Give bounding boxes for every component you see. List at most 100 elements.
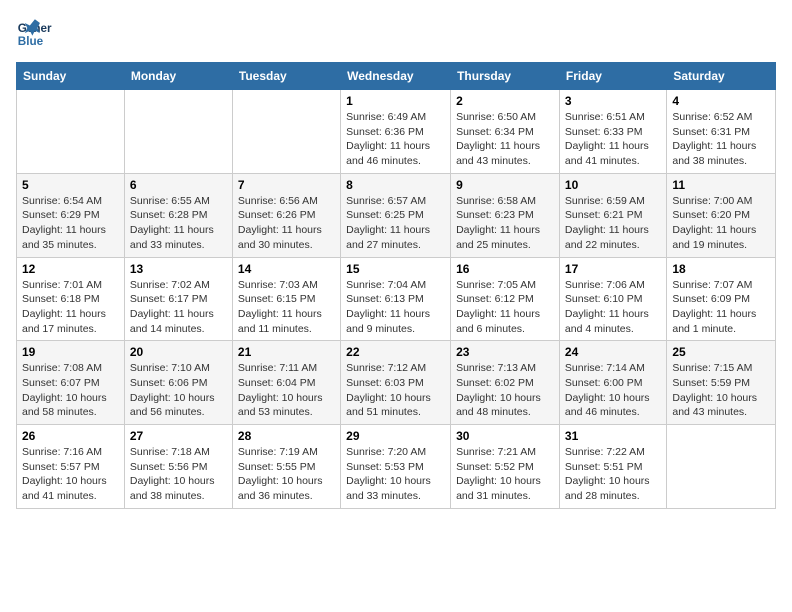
- day-info: Sunrise: 7:03 AM Sunset: 6:15 PM Dayligh…: [238, 278, 335, 337]
- day-number: 11: [672, 178, 770, 192]
- calendar-table: SundayMondayTuesdayWednesdayThursdayFrid…: [16, 62, 776, 509]
- day-info: Sunrise: 6:52 AM Sunset: 6:31 PM Dayligh…: [672, 110, 770, 169]
- day-number: 31: [565, 429, 661, 443]
- day-number: 2: [456, 94, 554, 108]
- day-info: Sunrise: 6:51 AM Sunset: 6:33 PM Dayligh…: [565, 110, 661, 169]
- day-number: 25: [672, 345, 770, 359]
- day-number: 7: [238, 178, 335, 192]
- day-info: Sunrise: 7:07 AM Sunset: 6:09 PM Dayligh…: [672, 278, 770, 337]
- day-info: Sunrise: 7:12 AM Sunset: 6:03 PM Dayligh…: [346, 361, 445, 420]
- weekday-header-monday: Monday: [124, 63, 232, 90]
- day-cell: 27 Sunrise: 7:18 AM Sunset: 5:56 PM Dayli…: [124, 425, 232, 509]
- day-info: Sunrise: 7:20 AM Sunset: 5:53 PM Dayligh…: [346, 445, 445, 504]
- day-number: 26: [22, 429, 119, 443]
- day-number: 15: [346, 262, 445, 276]
- day-cell: 9 Sunrise: 6:58 AM Sunset: 6:23 PM Daylig…: [451, 173, 560, 257]
- day-cell: 13 Sunrise: 7:02 AM Sunset: 6:17 PM Dayli…: [124, 257, 232, 341]
- day-number: 5: [22, 178, 119, 192]
- day-number: 24: [565, 345, 661, 359]
- day-cell: 17 Sunrise: 7:06 AM Sunset: 6:10 PM Dayli…: [559, 257, 666, 341]
- day-cell: 2Sunrise: 6:50 AM Sunset: 6:34 PM Daylig…: [451, 90, 560, 174]
- day-number: 20: [130, 345, 227, 359]
- day-number: 14: [238, 262, 335, 276]
- weekday-header-row: SundayMondayTuesdayWednesdayThursdayFrid…: [17, 63, 776, 90]
- day-info: Sunrise: 6:54 AM Sunset: 6:29 PM Dayligh…: [22, 194, 119, 253]
- day-cell: [124, 90, 232, 174]
- day-cell: [232, 90, 340, 174]
- week-row-0: 1Sunrise: 6:49 AM Sunset: 6:36 PM Daylig…: [17, 90, 776, 174]
- day-number: 1: [346, 94, 445, 108]
- day-number: 29: [346, 429, 445, 443]
- weekday-header-tuesday: Tuesday: [232, 63, 340, 90]
- day-number: 16: [456, 262, 554, 276]
- day-cell: 14 Sunrise: 7:03 AM Sunset: 6:15 PM Dayli…: [232, 257, 340, 341]
- week-row-2: 12 Sunrise: 7:01 AM Sunset: 6:18 PM Dayli…: [17, 257, 776, 341]
- day-cell: 29 Sunrise: 7:20 AM Sunset: 5:53 PM Dayli…: [341, 425, 451, 509]
- day-number: 6: [130, 178, 227, 192]
- day-cell: 6Sunrise: 6:55 AM Sunset: 6:28 PM Daylig…: [124, 173, 232, 257]
- day-number: 4: [672, 94, 770, 108]
- day-number: 10: [565, 178, 661, 192]
- weekday-header-wednesday: Wednesday: [341, 63, 451, 90]
- weekday-header-friday: Friday: [559, 63, 666, 90]
- weekday-header-thursday: Thursday: [451, 63, 560, 90]
- week-row-1: 5 Sunrise: 6:54 AM Sunset: 6:29 PM Daylig…: [17, 173, 776, 257]
- svg-text:Blue: Blue: [18, 35, 44, 48]
- day-info: Sunrise: 7:05 AM Sunset: 6:12 PM Dayligh…: [456, 278, 554, 337]
- day-info: Sunrise: 7:14 AM Sunset: 6:00 PM Dayligh…: [565, 361, 661, 420]
- page-header: General Blue: [16, 16, 776, 52]
- day-number: 27: [130, 429, 227, 443]
- day-info: Sunrise: 7:16 AM Sunset: 5:57 PM Dayligh…: [22, 445, 119, 504]
- day-cell: 5 Sunrise: 6:54 AM Sunset: 6:29 PM Daylig…: [17, 173, 125, 257]
- day-number: 18: [672, 262, 770, 276]
- logo: General Blue: [16, 16, 56, 52]
- day-info: Sunrise: 7:08 AM Sunset: 6:07 PM Dayligh…: [22, 361, 119, 420]
- day-cell: 21 Sunrise: 7:11 AM Sunset: 6:04 PM Dayli…: [232, 341, 340, 425]
- day-info: Sunrise: 7:00 AM Sunset: 6:20 PM Dayligh…: [672, 194, 770, 253]
- day-number: 8: [346, 178, 445, 192]
- day-cell: 1Sunrise: 6:49 AM Sunset: 6:36 PM Daylig…: [341, 90, 451, 174]
- weekday-header-sunday: Sunday: [17, 63, 125, 90]
- day-number: 28: [238, 429, 335, 443]
- day-info: Sunrise: 7:06 AM Sunset: 6:10 PM Dayligh…: [565, 278, 661, 337]
- day-cell: 20 Sunrise: 7:10 AM Sunset: 6:06 PM Dayli…: [124, 341, 232, 425]
- day-number: 3: [565, 94, 661, 108]
- week-row-3: 19Sunrise: 7:08 AM Sunset: 6:07 PM Dayli…: [17, 341, 776, 425]
- day-number: 13: [130, 262, 227, 276]
- day-number: 12: [22, 262, 119, 276]
- day-info: Sunrise: 7:10 AM Sunset: 6:06 PM Dayligh…: [130, 361, 227, 420]
- day-cell: 31 Sunrise: 7:22 AM Sunset: 5:51 PM Dayli…: [559, 425, 666, 509]
- day-cell: 7 Sunrise: 6:56 AM Sunset: 6:26 PM Daylig…: [232, 173, 340, 257]
- day-cell: 23Sunrise: 7:13 AM Sunset: 6:02 PM Dayli…: [451, 341, 560, 425]
- day-info: Sunrise: 7:15 AM Sunset: 5:59 PM Dayligh…: [672, 361, 770, 420]
- day-info: Sunrise: 7:04 AM Sunset: 6:13 PM Dayligh…: [346, 278, 445, 337]
- day-info: Sunrise: 6:59 AM Sunset: 6:21 PM Dayligh…: [565, 194, 661, 253]
- day-info: Sunrise: 6:58 AM Sunset: 6:23 PM Dayligh…: [456, 194, 554, 253]
- day-cell: 16 Sunrise: 7:05 AM Sunset: 6:12 PM Dayli…: [451, 257, 560, 341]
- day-cell: 19Sunrise: 7:08 AM Sunset: 6:07 PM Dayli…: [17, 341, 125, 425]
- day-number: 9: [456, 178, 554, 192]
- day-number: 21: [238, 345, 335, 359]
- day-info: Sunrise: 7:22 AM Sunset: 5:51 PM Dayligh…: [565, 445, 661, 504]
- day-info: Sunrise: 7:19 AM Sunset: 5:55 PM Dayligh…: [238, 445, 335, 504]
- week-row-4: 26 Sunrise: 7:16 AM Sunset: 5:57 PM Dayli…: [17, 425, 776, 509]
- day-info: Sunrise: 7:21 AM Sunset: 5:52 PM Dayligh…: [456, 445, 554, 504]
- day-cell: 26 Sunrise: 7:16 AM Sunset: 5:57 PM Dayli…: [17, 425, 125, 509]
- day-info: Sunrise: 7:02 AM Sunset: 6:17 PM Dayligh…: [130, 278, 227, 337]
- day-cell: [667, 425, 776, 509]
- day-info: Sunrise: 6:56 AM Sunset: 6:26 PM Dayligh…: [238, 194, 335, 253]
- day-cell: 12 Sunrise: 7:01 AM Sunset: 6:18 PM Dayli…: [17, 257, 125, 341]
- day-number: 17: [565, 262, 661, 276]
- day-cell: 25 Sunrise: 7:15 AM Sunset: 5:59 PM Dayli…: [667, 341, 776, 425]
- day-number: 30: [456, 429, 554, 443]
- day-info: Sunrise: 7:18 AM Sunset: 5:56 PM Dayligh…: [130, 445, 227, 504]
- day-info: Sunrise: 7:13 AM Sunset: 6:02 PM Dayligh…: [456, 361, 554, 420]
- day-info: Sunrise: 7:11 AM Sunset: 6:04 PM Dayligh…: [238, 361, 335, 420]
- day-info: Sunrise: 7:01 AM Sunset: 6:18 PM Dayligh…: [22, 278, 119, 337]
- day-cell: 4 Sunrise: 6:52 AM Sunset: 6:31 PM Daylig…: [667, 90, 776, 174]
- day-number: 22: [346, 345, 445, 359]
- day-cell: 30 Sunrise: 7:21 AM Sunset: 5:52 PM Dayli…: [451, 425, 560, 509]
- day-cell: 11 Sunrise: 7:00 AM Sunset: 6:20 PM Dayli…: [667, 173, 776, 257]
- day-cell: 8Sunrise: 6:57 AM Sunset: 6:25 PM Daylig…: [341, 173, 451, 257]
- logo-icon: General Blue: [16, 16, 52, 52]
